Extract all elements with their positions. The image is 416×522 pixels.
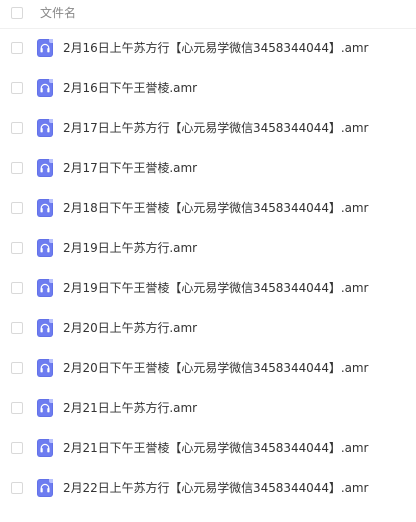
audio-file-icon: [37, 479, 53, 497]
file-name[interactable]: 2月22日上午苏方行【心元易学微信3458344044】.amr: [63, 479, 369, 497]
file-name[interactable]: 2月17日上午苏方行【心元易学微信3458344044】.amr: [63, 119, 369, 137]
file-row[interactable]: 2月20日上午苏方行.amr: [0, 308, 416, 348]
row-checkbox[interactable]: [11, 282, 23, 294]
audio-file-icon: [37, 119, 53, 137]
file-row[interactable]: 2月16日下午王誉棱.amr: [0, 68, 416, 108]
row-checkbox[interactable]: [11, 442, 23, 454]
file-row[interactable]: 2月20日下午王誉棱【心元易学微信3458344044】.amr: [0, 348, 416, 388]
row-checkbox[interactable]: [11, 322, 23, 334]
audio-file-icon: [37, 79, 53, 97]
list-header: 文件名: [0, 0, 416, 29]
file-name[interactable]: 2月16日下午王誉棱.amr: [63, 79, 197, 97]
audio-file-icon: [37, 319, 53, 337]
audio-file-icon: [37, 359, 53, 377]
file-name[interactable]: 2月16日上午苏方行【心元易学微信3458344044】.amr: [63, 39, 369, 57]
file-row[interactable]: 2月22日上午苏方行【心元易学微信3458344044】.amr: [0, 468, 416, 508]
file-name[interactable]: 2月21日上午苏方行.amr: [63, 399, 197, 417]
row-checkbox[interactable]: [11, 82, 23, 94]
row-checkbox[interactable]: [11, 402, 23, 414]
row-checkbox[interactable]: [11, 482, 23, 494]
file-row[interactable]: 2月21日下午王誉棱【心元易学微信3458344044】.amr: [0, 428, 416, 468]
row-checkbox[interactable]: [11, 162, 23, 174]
audio-file-icon: [37, 439, 53, 457]
row-checkbox[interactable]: [11, 122, 23, 134]
file-row[interactable]: 2月18日下午王誉棱【心元易学微信3458344044】.amr: [0, 188, 416, 228]
row-checkbox[interactable]: [11, 242, 23, 254]
audio-file-icon: [37, 159, 53, 177]
file-row[interactable]: 2月16日上午苏方行【心元易学微信3458344044】.amr: [0, 28, 416, 68]
file-name[interactable]: 2月21日下午王誉棱【心元易学微信3458344044】.amr: [63, 439, 369, 457]
audio-file-icon: [37, 199, 53, 217]
file-name[interactable]: 2月20日下午王誉棱【心元易学微信3458344044】.amr: [63, 359, 369, 377]
row-checkbox[interactable]: [11, 362, 23, 374]
audio-file-icon: [37, 239, 53, 257]
file-list: 文件名 2月16日上午苏方行【心元易学微信3458344044】.amr 2月1…: [0, 0, 416, 497]
file-row[interactable]: 2月19日下午王誉棱【心元易学微信3458344044】.amr: [0, 268, 416, 308]
file-row[interactable]: 2月17日下午王誉棱.amr: [0, 148, 416, 188]
file-row[interactable]: 2月19日上午苏方行.amr: [0, 228, 416, 268]
file-name[interactable]: 2月19日下午王誉棱【心元易学微信3458344044】.amr: [63, 279, 369, 297]
file-row[interactable]: 2月21日上午苏方行.amr: [0, 388, 416, 428]
file-name[interactable]: 2月19日上午苏方行.amr: [63, 239, 197, 257]
audio-file-icon: [37, 279, 53, 297]
column-header-filename[interactable]: 文件名: [40, 5, 76, 21]
audio-file-icon: [37, 39, 53, 57]
row-checkbox[interactable]: [11, 202, 23, 214]
audio-file-icon: [37, 399, 53, 417]
file-row[interactable]: 2月17日上午苏方行【心元易学微信3458344044】.amr: [0, 108, 416, 148]
file-name[interactable]: 2月17日下午王誉棱.amr: [63, 159, 197, 177]
file-name[interactable]: 2月20日上午苏方行.amr: [63, 319, 197, 337]
file-name[interactable]: 2月18日下午王誉棱【心元易学微信3458344044】.amr: [63, 199, 369, 217]
select-all-checkbox[interactable]: [11, 7, 23, 19]
file-rows: 2月16日上午苏方行【心元易学微信3458344044】.amr 2月16日下午…: [0, 28, 416, 508]
row-checkbox[interactable]: [11, 42, 23, 54]
